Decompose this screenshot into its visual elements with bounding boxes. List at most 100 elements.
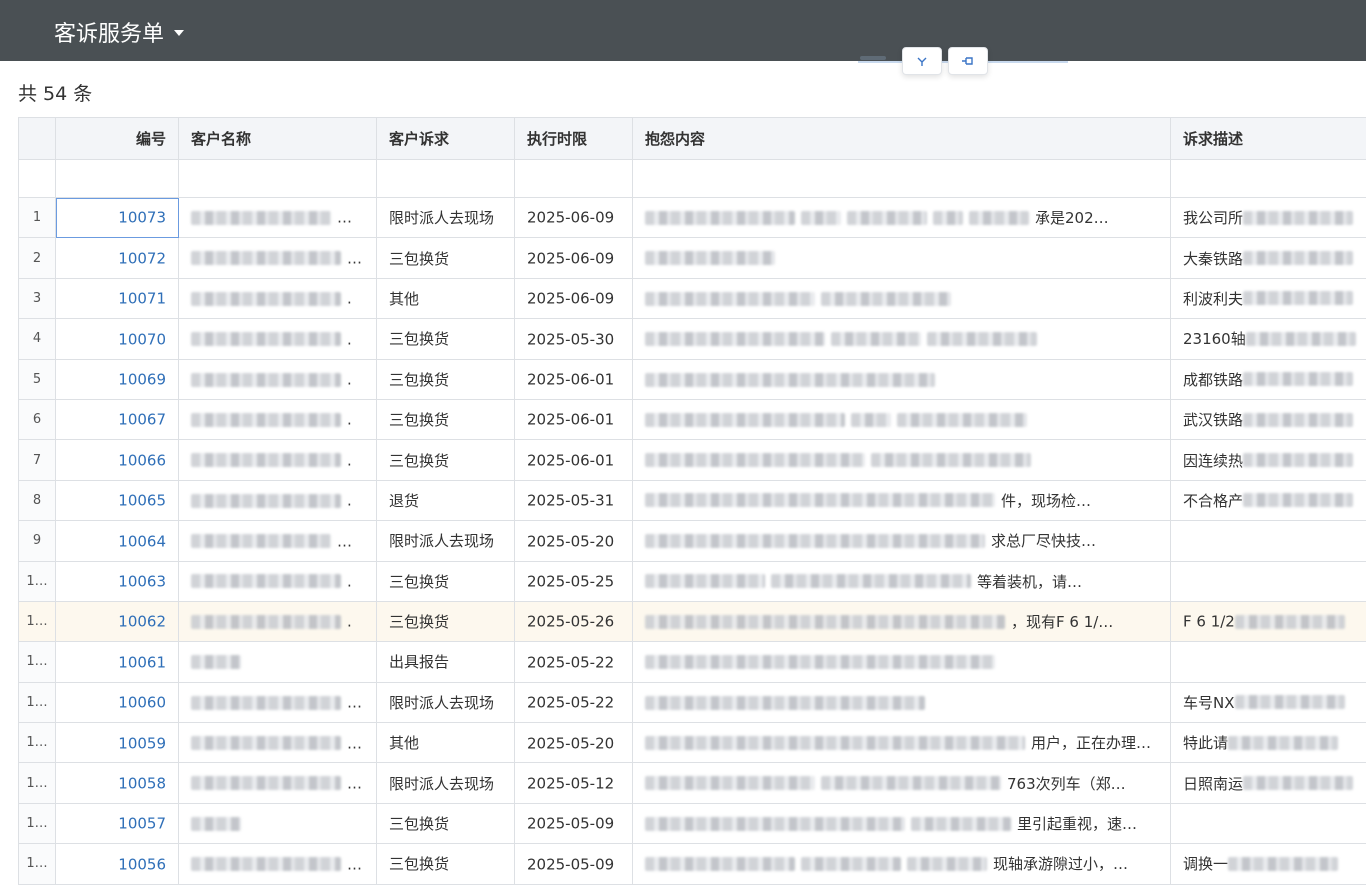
cell-complaint[interactable]: 件，现场检…	[633, 480, 1171, 520]
filter-cell[interactable]	[179, 160, 377, 198]
filter-cell[interactable]	[515, 160, 633, 198]
cell-id[interactable]: 10065	[56, 480, 179, 520]
cell-deadline[interactable]: 2025-05-20	[515, 723, 633, 763]
cell-description[interactable]: 成都铁路	[1171, 359, 1366, 399]
cell-complaint[interactable]	[633, 319, 1171, 359]
cell-id[interactable]: 10070	[56, 319, 179, 359]
cell-customer[interactable]	[179, 803, 377, 843]
id-link[interactable]: 10058	[118, 774, 166, 792]
cell-complaint[interactable]: 用户，正在办理…	[633, 723, 1171, 763]
cell-deadline[interactable]: 2025-05-22	[515, 682, 633, 722]
cell-customer[interactable]	[179, 642, 377, 682]
cell-description[interactable]: 特此请	[1171, 723, 1366, 763]
cell-id[interactable]: 10057	[56, 803, 179, 843]
id-link[interactable]: 10070	[118, 330, 166, 348]
id-link[interactable]: 10062	[118, 613, 166, 631]
id-link[interactable]: 10064	[118, 532, 166, 550]
cell-complaint[interactable]	[633, 359, 1171, 399]
cell-deadline[interactable]: 2025-05-26	[515, 601, 633, 641]
cell-demand[interactable]: 出具报告	[377, 642, 515, 682]
drag-handle[interactable]	[860, 56, 886, 60]
cell-demand[interactable]: 三包换货	[377, 561, 515, 601]
cell-description[interactable]	[1171, 642, 1366, 682]
cell-demand[interactable]: 限时派人去现场	[377, 521, 515, 561]
table-row[interactable]: 1…10056…三包换货2025-05-09现轴承游隙过小，…调换一	[19, 844, 1366, 884]
cell-demand[interactable]: 三包换货	[377, 601, 515, 641]
id-link[interactable]: 10060	[118, 694, 166, 712]
id-link[interactable]: 10059	[118, 734, 166, 752]
id-link[interactable]: 10063	[118, 572, 166, 590]
cell-description[interactable]: 调换一	[1171, 844, 1366, 884]
cell-demand[interactable]: 三包换货	[377, 359, 515, 399]
cell-deadline[interactable]: 2025-05-31	[515, 480, 633, 520]
cell-complaint[interactable]: 等着装机，请…	[633, 561, 1171, 601]
column-header-complaint[interactable]: 抱怨内容	[633, 118, 1171, 160]
cell-id[interactable]: 10067	[56, 399, 179, 439]
table-row[interactable]: 510069.三包换货2025-06-01成都铁路	[19, 359, 1366, 399]
cell-description[interactable]	[1171, 521, 1366, 561]
table-row[interactable]: 1…10062.三包换货2025-05-26，现有F 6 1/…F 6 1/2	[19, 601, 1366, 641]
cell-customer[interactable]: …	[179, 763, 377, 803]
table-row[interactable]: 1…10058…限时派人去现场2025-05-12763次列车（郑…日照南运	[19, 763, 1366, 803]
filter-cell[interactable]	[377, 160, 515, 198]
cell-description[interactable]: 因连续热	[1171, 440, 1366, 480]
table-row[interactable]: 210072…三包换货2025-06-09大秦铁路	[19, 238, 1366, 278]
id-link[interactable]: 10072	[118, 249, 166, 267]
cell-customer[interactable]: .	[179, 278, 377, 318]
column-header-description[interactable]: 诉求描述	[1171, 118, 1366, 160]
cell-id[interactable]: 10059	[56, 723, 179, 763]
cell-description[interactable]: 大秦铁路	[1171, 238, 1366, 278]
column-header-demand[interactable]: 客户诉求	[377, 118, 515, 160]
table-row[interactable]: 1…10059…其他2025-05-20用户，正在办理…特此请	[19, 723, 1366, 763]
cell-complaint[interactable]	[633, 238, 1171, 278]
cell-customer[interactable]: .	[179, 319, 377, 359]
column-header-customer[interactable]: 客户名称	[179, 118, 377, 160]
cell-demand[interactable]: 三包换货	[377, 440, 515, 480]
filter-cell[interactable]	[56, 160, 179, 198]
table-row[interactable]: 310071.其他2025-06-09利波利夫	[19, 278, 1366, 318]
cell-description[interactable]	[1171, 561, 1366, 601]
column-header-deadline[interactable]: 执行时限	[515, 118, 633, 160]
cell-complaint[interactable]	[633, 642, 1171, 682]
cell-demand[interactable]: 三包换货	[377, 238, 515, 278]
cell-description[interactable]: 日照南运	[1171, 763, 1366, 803]
cell-customer[interactable]: .	[179, 480, 377, 520]
id-link[interactable]: 10057	[118, 815, 166, 833]
cell-demand[interactable]: 退货	[377, 480, 515, 520]
table-row[interactable]: 410070.三包换货2025-05-3023160轴	[19, 319, 1366, 359]
cell-id[interactable]: 10058	[56, 763, 179, 803]
cell-complaint[interactable]: 求总厂尽快技…	[633, 521, 1171, 561]
cell-demand[interactable]: 限时派人去现场	[377, 682, 515, 722]
cell-id[interactable]: 10063	[56, 561, 179, 601]
cell-deadline[interactable]: 2025-06-01	[515, 440, 633, 480]
cell-customer[interactable]: .	[179, 399, 377, 439]
table-row[interactable]: 1…10063.三包换货2025-05-25等着装机，请…	[19, 561, 1366, 601]
id-link[interactable]: 10066	[118, 451, 166, 469]
cell-deadline[interactable]: 2025-05-12	[515, 763, 633, 803]
pin-button[interactable]	[948, 47, 988, 75]
cell-id[interactable]: 10060	[56, 682, 179, 722]
cell-id[interactable]: 10072	[56, 238, 179, 278]
cell-complaint[interactable]: 763次列车（郑…	[633, 763, 1171, 803]
cell-description[interactable]: 利波利夫	[1171, 278, 1366, 318]
id-link[interactable]: 10067	[118, 411, 166, 429]
id-link[interactable]: 10065	[118, 492, 166, 510]
cell-demand[interactable]: 三包换货	[377, 803, 515, 843]
filter-cell[interactable]	[1171, 160, 1366, 198]
id-link[interactable]: 10071	[118, 290, 166, 308]
cell-id[interactable]: 10061	[56, 642, 179, 682]
cell-id[interactable]: 10069	[56, 359, 179, 399]
cell-demand[interactable]: 其他	[377, 278, 515, 318]
cell-id[interactable]: 10064	[56, 521, 179, 561]
cell-customer[interactable]: …	[179, 198, 377, 238]
table-row[interactable]: 610067.三包换货2025-06-01武汉铁路	[19, 399, 1366, 439]
cell-deadline[interactable]: 2025-06-09	[515, 198, 633, 238]
table-row[interactable]: 710066.三包换货2025-06-01因连续热	[19, 440, 1366, 480]
table-row[interactable]: 810065.退货2025-05-31件，现场检…不合格产	[19, 480, 1366, 520]
table-row[interactable]: 1…10057三包换货2025-05-09里引起重视，速…	[19, 803, 1366, 843]
cell-customer[interactable]: …	[179, 521, 377, 561]
id-link[interactable]: 10056	[118, 855, 166, 873]
cell-complaint[interactable]	[633, 399, 1171, 439]
cell-demand[interactable]: 其他	[377, 723, 515, 763]
cell-demand[interactable]: 三包换货	[377, 319, 515, 359]
